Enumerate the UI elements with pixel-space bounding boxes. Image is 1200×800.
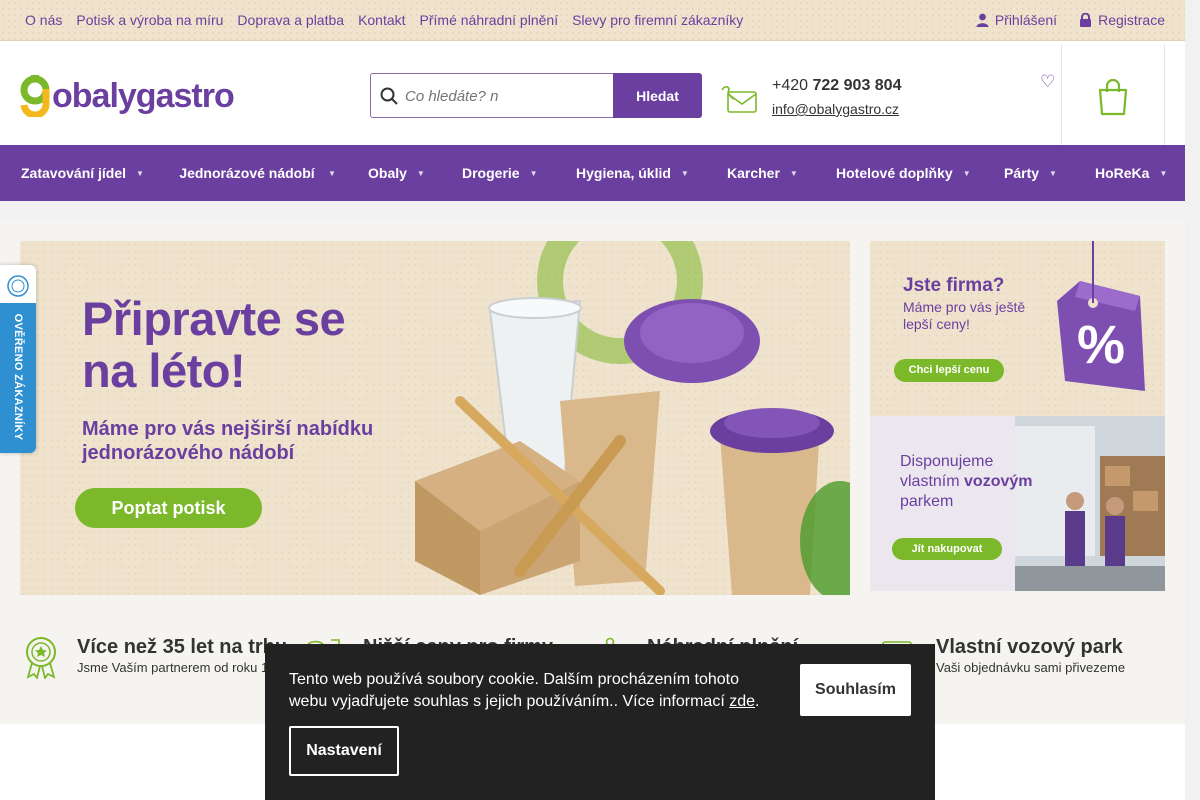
feature-desc: Jsme Vaším partnerem od roku 1	[77, 660, 269, 675]
badge-label: OVĚŘENO ZÁKAZNÍKY	[12, 313, 24, 441]
cookie-consent-bar: Tento web používá soubory cookie. Dalším…	[265, 644, 935, 800]
top-link-o-nas[interactable]: O nás	[25, 12, 62, 28]
search-button[interactable]: Hledat	[613, 73, 702, 118]
search-icon	[380, 87, 398, 105]
nav-item-party[interactable]: Párty ▼	[1004, 145, 1057, 201]
better-price-button[interactable]: Chci lepší cenu	[894, 359, 1004, 382]
phone-number[interactable]: +420 722 903 804	[772, 77, 901, 95]
hero-subtitle: Máme pro vás nejširší nabídku jednorázové…	[82, 418, 374, 464]
main-nav: Zatavování jídel ▼ Jednorázové nádobí ▼ Ob…	[0, 145, 1185, 201]
shop-now-button[interactable]: Jít nakupovat	[892, 538, 1002, 560]
search-box	[370, 73, 614, 118]
chevron-down-icon: ▼	[680, 168, 689, 178]
scrollbar[interactable]	[1185, 0, 1200, 800]
phone-digits: 722 903 804	[812, 77, 902, 94]
chevron-down-icon: ▼	[1159, 168, 1168, 178]
lock-icon	[1080, 13, 1092, 27]
register-label: Registrace	[1098, 12, 1165, 28]
side-banner-business-title: Jste firma?	[903, 275, 1005, 296]
discount-tag-icon: %	[1057, 241, 1145, 391]
chevron-down-icon: ▼	[529, 168, 538, 178]
chevron-down-icon: ▼	[328, 168, 336, 178]
cookie-message: Tento web používá soubory cookie. Dalším…	[289, 671, 760, 710]
cookie-accept-button[interactable]: Souhlasím	[800, 664, 911, 716]
header: obalygastro Hledat +420 722 903 804 info…	[0, 41, 1185, 149]
email-link[interactable]: info@obalygastro.cz	[772, 101, 899, 117]
nav-item-obaly[interactable]: Obaly ▼	[368, 145, 425, 201]
heureka-seal-icon	[7, 275, 29, 297]
hero-cta-button[interactable]: Poptat potisk	[75, 488, 262, 528]
shopping-bag-icon	[1098, 78, 1128, 115]
logo-g-icon	[20, 75, 50, 117]
chevron-down-icon: ▼	[136, 168, 144, 178]
side-banner-fleet-text: Disponujeme vlastním vozovým parkem	[900, 453, 1033, 510]
cart-button[interactable]	[1061, 45, 1165, 149]
top-link-nahradni-plneni[interactable]: Přímé náhradní plnění	[420, 12, 559, 28]
top-bar: O nás Potisk a výroba na míru Doprava a …	[0, 0, 1185, 41]
top-link-kontakt[interactable]: Kontakt	[358, 12, 405, 28]
award-icon	[26, 637, 56, 679]
chevron-down-icon: ▼	[416, 168, 425, 178]
nav-item-hygiena[interactable]: Hygiena, úklid ▼	[576, 145, 689, 201]
register-link[interactable]: Registrace	[1079, 12, 1165, 28]
side-banner-business[interactable]: % Jste firma? Máme pro vás ještě lepší c…	[870, 241, 1165, 416]
contact-icon	[721, 86, 757, 113]
chevron-down-icon: ▼	[962, 168, 971, 178]
cookie-settings-button[interactable]: Nastavení	[289, 726, 399, 776]
heart-icon[interactable]: ♡	[1040, 72, 1055, 92]
side-banner-business-text: Máme pro vás ještě lepší ceny!	[903, 299, 1026, 332]
feature-desc: Vaši objednávku sami přivezeme	[936, 660, 1126, 675]
top-link-doprava[interactable]: Doprava a platba	[237, 12, 344, 28]
top-links: O nás Potisk a výroba na míru Doprava a …	[18, 12, 750, 28]
login-label: Přihlášení	[994, 12, 1058, 28]
nav-spacer	[0, 201, 1185, 221]
nav-item-jednorazove[interactable]: Jednorázové nádobí ▼	[176, 145, 336, 201]
feature-title: Vlastní vozový park	[936, 636, 1123, 658]
login-link[interactable]: Přihlášení	[976, 12, 1057, 28]
nav-item-zatavovani[interactable]: Zatavování jídel ▼	[21, 145, 144, 201]
logo-wordmark: obalygastro	[52, 77, 235, 115]
svg-text:%: %	[1077, 315, 1125, 375]
account-links: Přihlášení Registrace	[976, 12, 1165, 28]
hero-banner[interactable]: Připravte se na léto! Máme pro vás nejšir…	[20, 241, 850, 595]
chevron-down-icon: ▼	[789, 168, 798, 178]
feature-title: Více než 35 let na trhu	[77, 636, 288, 658]
search-input[interactable]	[405, 85, 605, 107]
chevron-down-icon: ▼	[1049, 168, 1057, 178]
top-link-potisk[interactable]: Potisk a výroba na míru	[76, 12, 223, 28]
phone-prefix: +420	[772, 77, 809, 94]
side-banner-fleet[interactable]: Disponujeme vlastním vozovým parkem Jít …	[870, 416, 1165, 591]
hero-title: Připravte se na léto!	[82, 292, 346, 397]
nav-item-karcher[interactable]: Karcher ▼	[727, 145, 798, 201]
nav-item-hotelove[interactable]: Hotelové doplňky ▼	[836, 145, 971, 201]
logo[interactable]: obalygastro	[20, 75, 235, 117]
user-icon	[976, 13, 989, 27]
verified-customers-badge[interactable]: OVĚŘENO ZÁKAZNÍKY	[0, 265, 36, 453]
nav-item-horeka[interactable]: HoReKa ▼	[1095, 145, 1167, 201]
nav-item-drogerie[interactable]: Drogerie ▼	[462, 145, 538, 201]
cookie-more-info-link[interactable]: zde	[729, 693, 755, 710]
top-link-slevy[interactable]: Slevy pro firemní zákazníky	[572, 12, 743, 28]
